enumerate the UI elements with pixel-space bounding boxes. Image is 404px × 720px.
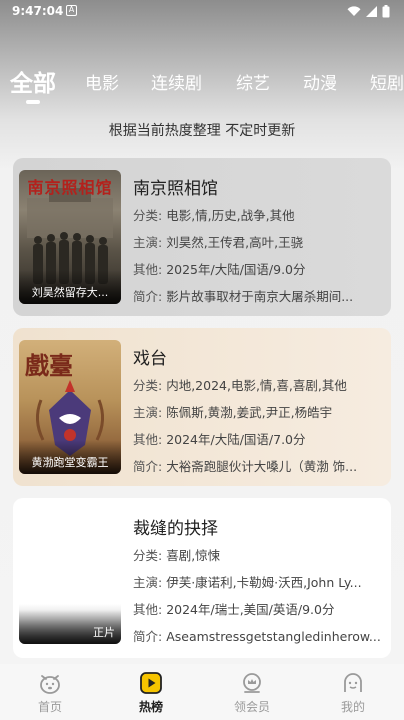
movie-category: 分类: 电影,情,历史,战争,其他 [133,208,295,223]
signal-icon [366,6,377,17]
poster-caption: 刘昊然留存大... [19,270,121,304]
tab-anime[interactable]: 动漫 [303,66,337,102]
movie-poster[interactable]: 正片 [19,510,121,644]
movie-title: 南京照相馆 [133,179,218,199]
wifi-icon [347,6,361,16]
nav-vip-label: 领会员 [233,700,270,714]
movie-cast: 主演: 伊芙·康诺利,卡勒姆·沃西,John Ly... [133,575,362,590]
nav-profile-label: 我的 [340,700,365,714]
movie-category: 分类: 喜剧,惊悚 [133,548,221,563]
bottom-nav: 首页 热榜 领会员 我的 [0,664,404,720]
movie-intro: 简介: Aseamstressgetstangledinherow... [133,629,381,644]
tab-short-drama[interactable]: 短剧 [370,66,404,102]
movie-title: 戏台 [133,349,167,369]
movie-category: 分类: 内地,2024,电影,情,喜,喜剧,其他 [133,378,347,393]
tab-movie[interactable]: 电影 [85,66,119,102]
nav-profile[interactable]: 我的 [323,670,383,715]
movie-intro: 简介: 影片故事取材于南京大屠杀期间... [133,289,354,304]
tab-all[interactable]: 全部 [10,66,56,102]
battery-icon [382,5,390,18]
nav-ranking-label: 热榜 [138,700,163,714]
movie-intro: 简介: 大裕斋跑腿伙计大嗓儿（黄渤 饰... [133,459,358,474]
nav-ranking[interactable]: 热榜 [121,670,181,715]
movie-card[interactable]: 南京照相馆 刘昊然留存大... 南京照相馆 分类: 电影,情,历史,战争,其他 … [13,158,391,316]
play-square-icon [140,672,162,694]
movie-cast: 主演: 刘昊然,王传君,高叶,王骁 [133,235,304,250]
nav-vip[interactable]: 领会员 [222,670,282,715]
movie-poster[interactable]: 戲臺 黄渤跑堂变霸王 [19,340,121,474]
active-tab-indicator [26,100,40,104]
tab-variety[interactable]: 综艺 [236,66,270,102]
crown-badge-icon [243,673,261,693]
status-bar: 9:47:04 A [0,0,404,24]
movie-card[interactable]: 正片 裁缝的抉择 分类: 喜剧,惊悚 主演: 伊芙·康诺利,卡勒姆·沃西,Joh… [13,498,391,658]
face-outline-icon [344,673,362,692]
poster-logo: 戲臺 [25,351,73,380]
status-time: 9:47:04 [12,4,64,18]
movie-cast: 主演: 陈佩斯,黄渤,姜武,尹正,杨皓宇 [133,405,333,420]
poster-caption: 正片 [19,610,121,644]
nav-home-label: 首页 [37,700,62,714]
movie-other: 其他: 2025年/大陆/国语/9.0分 [133,262,306,277]
dog-face-icon [40,675,60,694]
movie-other: 其他: 2024年/瑞士,美国/英语/9.0分 [133,602,335,617]
movie-card[interactable]: 戲臺 黄渤跑堂变霸王 戏台 分类: 内地,2024,电影,情,喜,喜剧,其他 主… [13,328,391,486]
movie-other: 其他: 2024年/大陆/国语/7.0分 [133,432,306,447]
tab-series[interactable]: 连续剧 [151,66,202,102]
nav-home[interactable]: 首页 [20,670,80,715]
poster-caption: 黄渤跑堂变霸王 [19,440,121,474]
poster-logo: 南京照相馆 [27,178,113,197]
movie-poster[interactable]: 南京照相馆 刘昊然留存大... [19,170,121,304]
category-tabs: 全部 电影 连续剧 综艺 动漫 短剧 [0,66,404,106]
notification-icon: A [66,5,77,16]
status-icons [347,5,390,18]
ranking-subtitle: 根据当前热度整理 不定时更新 [108,123,296,139]
movie-title: 裁缝的抉择 [133,519,218,539]
